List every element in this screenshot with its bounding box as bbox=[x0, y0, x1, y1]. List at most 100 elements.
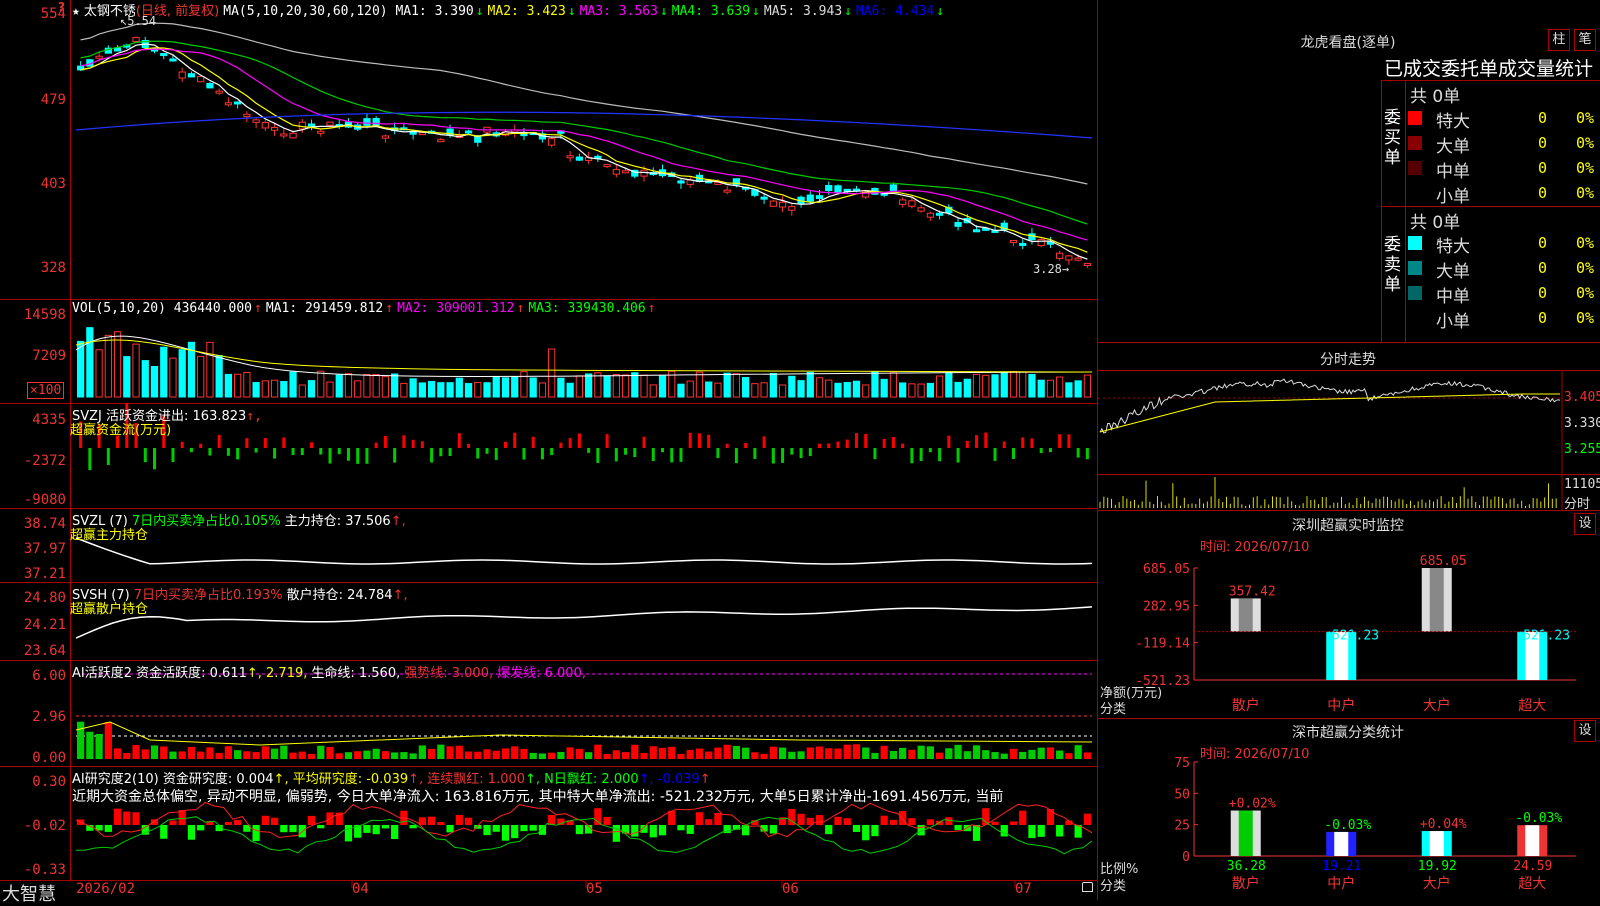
trend-arrow: ↓ bbox=[752, 4, 760, 19]
volume-bar bbox=[1000, 371, 1008, 398]
candle bbox=[206, 82, 214, 89]
fund-flow-bar bbox=[208, 448, 212, 456]
activity-bar bbox=[788, 751, 796, 759]
candle bbox=[363, 118, 371, 126]
activity-bar bbox=[594, 744, 602, 759]
classify-title: 深市超赢分类统计 bbox=[1292, 725, 1404, 741]
activity-bar bbox=[926, 746, 934, 759]
fund-flow-bar bbox=[236, 448, 240, 460]
chart-ytick: 282.95 bbox=[1143, 599, 1190, 614]
volume-bar bbox=[742, 377, 750, 398]
volume-bar bbox=[566, 382, 574, 398]
activity-bar bbox=[723, 744, 731, 759]
trend-arrow: ↓ bbox=[659, 4, 668, 19]
svsh-line bbox=[75, 606, 1093, 639]
volume-bar bbox=[511, 376, 519, 398]
fund-flow-bar bbox=[143, 448, 147, 463]
candle bbox=[270, 126, 279, 131]
research-bar bbox=[113, 808, 122, 825]
fund-flow-bar bbox=[310, 442, 314, 448]
main-chart-area[interactable]: ★ 太钢不锈(日线, 前复权) MA(5,10,20,30,60,120) MA1:… bbox=[0, 0, 1098, 905]
indicator-value: MA4: 3.639 bbox=[671, 4, 751, 19]
bar-category-label: 散户 bbox=[1232, 875, 1260, 892]
activity-bar bbox=[104, 721, 112, 759]
lock-icon[interactable] bbox=[1082, 882, 1093, 892]
volume-bar bbox=[252, 382, 260, 398]
research-bar bbox=[234, 819, 242, 825]
fund-flow-bar bbox=[1021, 437, 1025, 448]
bar-value-label: +0.02% bbox=[1229, 797, 1276, 812]
bar-share-label: 19.92 bbox=[1418, 859, 1457, 874]
volume-bar bbox=[557, 377, 565, 398]
activity-bar bbox=[862, 747, 870, 759]
fund-flow-bar bbox=[642, 436, 646, 448]
activity-bar bbox=[1046, 747, 1055, 759]
app-logo: 大智慧 bbox=[2, 884, 56, 905]
bar-highlight bbox=[1429, 831, 1444, 856]
candle bbox=[769, 200, 777, 207]
activity-bar bbox=[640, 752, 648, 759]
volume-bar bbox=[695, 371, 704, 398]
research-bar bbox=[344, 825, 353, 842]
activity-bar bbox=[409, 753, 417, 759]
trend-arrow: ↓ bbox=[475, 4, 484, 19]
activity-bar bbox=[686, 749, 694, 759]
fund-flow-bar bbox=[1085, 448, 1089, 460]
activity-bar bbox=[511, 746, 519, 759]
research-bar bbox=[178, 810, 186, 825]
candle bbox=[187, 73, 196, 78]
candle bbox=[307, 123, 316, 127]
volume-bar bbox=[169, 357, 177, 398]
research-bar bbox=[123, 811, 131, 825]
activity-bar bbox=[1056, 750, 1064, 759]
price-ytick: 554 bbox=[40, 6, 66, 22]
volume-bar bbox=[1074, 380, 1082, 398]
activity-bar bbox=[834, 748, 842, 759]
volume-bar bbox=[492, 376, 500, 398]
volume-bar bbox=[935, 375, 944, 398]
volume-bar bbox=[446, 382, 454, 398]
bar-value-label: -521.23 bbox=[1515, 629, 1570, 644]
fund-flow-bar bbox=[947, 435, 951, 448]
candle bbox=[1083, 262, 1092, 266]
volume-bar bbox=[825, 379, 833, 398]
volume-bar bbox=[104, 334, 112, 398]
activity-bar bbox=[86, 731, 94, 759]
fund-flow-bar bbox=[725, 443, 729, 448]
volume-bar bbox=[538, 382, 547, 398]
fund-flow-bar bbox=[383, 435, 387, 448]
fund-flow-bar bbox=[254, 448, 258, 453]
activity-bar bbox=[668, 746, 676, 759]
volume-bar bbox=[945, 371, 953, 398]
ma-values: MA(5,10,20,30,60,120) MA1: 3.390 ↓ MA2: 3.… bbox=[223, 4, 948, 19]
classify-settings-button[interactable]: 设 bbox=[1574, 720, 1596, 742]
fund-flow-bar bbox=[624, 448, 628, 455]
activity-bar bbox=[751, 752, 759, 759]
svzj-ytick: -9080 bbox=[23, 492, 66, 508]
candle bbox=[575, 156, 583, 161]
candle bbox=[760, 196, 768, 200]
candle bbox=[612, 169, 620, 175]
fund-flow-bar bbox=[587, 448, 591, 453]
volume-bar bbox=[714, 382, 722, 398]
volume-bar bbox=[843, 381, 851, 398]
volume-bar bbox=[224, 373, 233, 398]
candle bbox=[825, 185, 833, 192]
research-bar bbox=[797, 813, 805, 825]
volume-bar bbox=[548, 348, 556, 398]
candle bbox=[954, 222, 962, 227]
activity-bar bbox=[224, 746, 233, 759]
candle bbox=[603, 164, 611, 168]
candle bbox=[234, 101, 242, 105]
candle bbox=[778, 201, 787, 208]
activity-bar bbox=[307, 753, 316, 759]
activity-bar bbox=[400, 752, 408, 759]
research-bar bbox=[1000, 825, 1008, 837]
candle bbox=[834, 185, 842, 194]
fund-flow-bar bbox=[697, 433, 701, 448]
candle bbox=[224, 102, 233, 106]
research-bar bbox=[871, 825, 879, 837]
activity-bar bbox=[1028, 749, 1036, 759]
volume-bar bbox=[474, 382, 482, 398]
volume-bar bbox=[95, 349, 103, 398]
